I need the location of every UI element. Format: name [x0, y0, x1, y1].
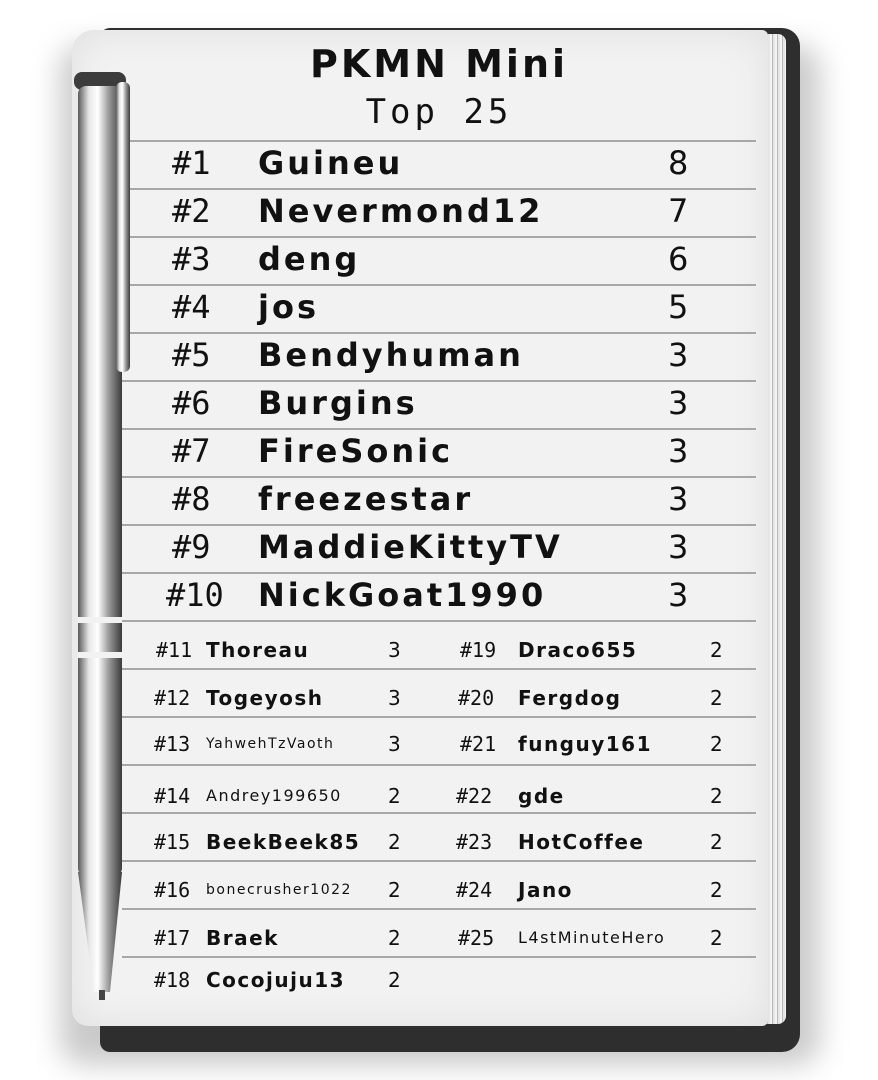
player-name: Guineu — [258, 144, 404, 182]
ruled-line — [122, 620, 756, 622]
player-name: FireSonic — [258, 432, 454, 470]
player-name: Nevermond12 — [258, 192, 544, 230]
rank: #1 — [172, 144, 211, 182]
rank: #12 — [154, 686, 191, 710]
score: 3 — [388, 732, 401, 756]
ruled-line — [122, 812, 756, 814]
ruled-line — [122, 956, 756, 958]
pen-icon — [74, 72, 130, 1000]
ruled-line — [122, 572, 756, 574]
rank: #4 — [172, 288, 211, 326]
ruled-line — [122, 716, 756, 718]
rank: #21 — [460, 732, 497, 756]
player-name: Thoreau — [206, 638, 310, 662]
player-name: deng — [258, 240, 361, 278]
player-name: Braek — [206, 926, 279, 950]
rank: #2 — [172, 192, 211, 230]
score: 3 — [668, 384, 689, 422]
ruled-line — [122, 236, 756, 238]
player-name: NickGoat1990 — [258, 576, 547, 614]
score: 8 — [668, 144, 689, 182]
ruled-line — [122, 140, 756, 142]
ruled-line — [122, 764, 756, 766]
score: 2 — [710, 638, 723, 662]
rank: #9 — [172, 528, 211, 566]
score: 2 — [388, 784, 401, 808]
player-name: jos — [258, 288, 319, 326]
player-name: freezestar — [258, 480, 474, 518]
score: 2 — [388, 968, 401, 992]
rank: #14 — [154, 784, 191, 808]
score: 2 — [710, 686, 723, 710]
player-name: HotCoffee — [518, 830, 645, 854]
rank: #3 — [172, 240, 211, 278]
player-name: Andrey199650 — [206, 786, 342, 805]
player-name: BeekBeek85 — [206, 830, 361, 854]
score: 2 — [710, 830, 723, 854]
player-name: Bendyhuman — [258, 336, 524, 374]
player-name: L4stMinuteHero — [518, 928, 666, 947]
rank: #8 — [172, 480, 211, 518]
ruled-line — [122, 908, 756, 910]
player-name: gde — [518, 784, 565, 808]
rank: #13 — [154, 732, 191, 756]
score: 2 — [388, 878, 401, 902]
ruled-line — [122, 476, 756, 478]
player-name: MaddieKittyTV — [258, 528, 563, 566]
rank: #20 — [458, 686, 495, 710]
score: 3 — [668, 528, 689, 566]
rank: #19 — [460, 638, 497, 662]
rank: #17 — [154, 926, 191, 950]
score: 3 — [668, 576, 689, 614]
ruled-line — [122, 524, 756, 526]
ruled-line — [122, 284, 756, 286]
score: 3 — [388, 686, 401, 710]
score: 7 — [668, 192, 689, 230]
rank: #23 — [456, 830, 493, 854]
score: 2 — [388, 926, 401, 950]
rank: #24 — [456, 878, 493, 902]
player-name: Jano — [518, 878, 573, 902]
ruled-line — [122, 668, 756, 670]
rank: #5 — [172, 336, 211, 374]
player-name: Fergdog — [518, 686, 622, 710]
player-name: YahwehTzVaoth — [206, 736, 335, 752]
score: 6 — [668, 240, 689, 278]
rank: #15 — [154, 830, 191, 854]
ruled-line — [122, 188, 756, 190]
score: 3 — [668, 432, 689, 470]
rank: #7 — [172, 432, 211, 470]
score: 2 — [710, 732, 723, 756]
player-name: funguy161 — [518, 732, 653, 756]
player-name: bonecrusher1022 — [206, 882, 352, 898]
rank: #18 — [154, 968, 191, 992]
player-name: Draco655 — [518, 638, 638, 662]
player-name: Burgins — [258, 384, 418, 422]
score: 3 — [668, 336, 689, 374]
score: 3 — [388, 638, 401, 662]
ruled-line — [122, 428, 756, 430]
score: 5 — [668, 288, 689, 326]
rank: #6 — [172, 384, 211, 422]
rank: #25 — [458, 926, 495, 950]
rank: #22 — [456, 784, 493, 808]
rank: #11 — [156, 638, 193, 662]
score: 2 — [710, 878, 723, 902]
player-name: Togeyosh — [206, 686, 324, 710]
rank: #10 — [166, 576, 224, 614]
score: 2 — [710, 784, 723, 808]
score: 2 — [388, 830, 401, 854]
ruled-line — [122, 860, 756, 862]
score: 2 — [710, 926, 723, 950]
ruled-line — [122, 332, 756, 334]
rank: #16 — [154, 878, 191, 902]
ruled-line — [122, 380, 756, 382]
player-name: Cocojuju13 — [206, 968, 346, 992]
score: 3 — [668, 480, 689, 518]
